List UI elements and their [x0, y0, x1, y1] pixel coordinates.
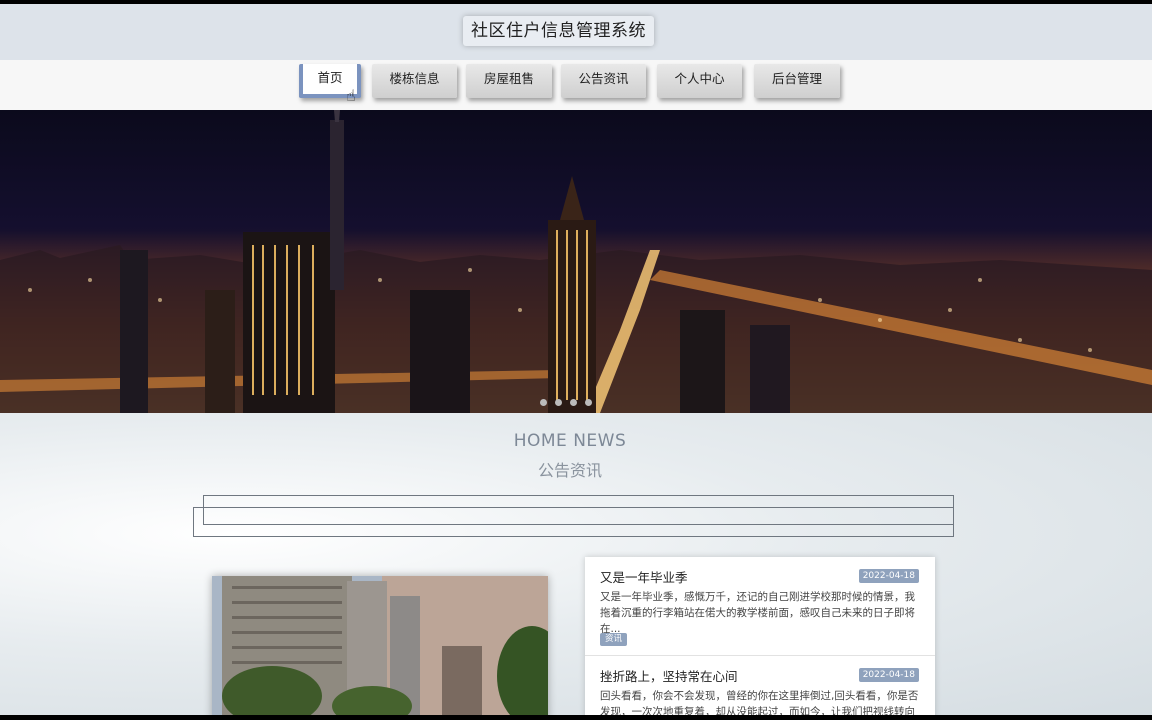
news-item[interactable]: 又是一年毕业季 2022-04-18 又是一年毕业季，感慨万千，还记的自己刚进学… [585, 557, 935, 655]
news-item-tag[interactable]: 资讯 [600, 633, 628, 646]
apartment-image [212, 576, 548, 715]
site-title: 社区住户信息管理系统 [463, 16, 654, 46]
carousel-dot[interactable] [585, 399, 592, 406]
carousel-indicators [540, 391, 600, 410]
news-list: 又是一年毕业季 2022-04-18 又是一年毕业季，感慨万千，还记的自己刚进学… [585, 557, 935, 715]
banner-carousel[interactable] [0, 110, 1152, 413]
header: 社区住户信息管理系统 [0, 4, 1152, 60]
news-heading-cn: 公告资讯 [537, 461, 602, 480]
news-heading-en: HOME NEWS [513, 431, 627, 451]
city-night-image [0, 110, 1152, 413]
news-cover-image[interactable] [212, 576, 548, 715]
news-item-date: 2022-04-18 [858, 569, 919, 583]
news-item-title[interactable]: 挫折路上，坚持常在心间 [600, 666, 738, 685]
main-nav: 首页 楼栋信息 房屋租售 公告资讯 个人中心 后台管理 [0, 60, 1152, 110]
news-item-title[interactable]: 又是一年毕业季 [600, 567, 688, 586]
news-item-excerpt: 又是一年毕业季，感慨万千，还记的自己刚进学校那时候的情景，我拖着沉重的行李箱站在… [600, 591, 915, 635]
news-section: HOME NEWS 公告资讯 又是一年毕业季 2022-04-18 又是一年毕业… [0, 413, 1152, 715]
outline-box [193, 507, 954, 537]
nav-admin[interactable]: 后台管理 [754, 64, 840, 98]
nav-buildings[interactable]: 楼栋信息 [372, 64, 457, 98]
carousel-dot[interactable] [540, 399, 547, 406]
news-item-excerpt: 回头看看，你会不会发现，曾经的你在这里摔倒过,回头看看，你是否发现，一次次地重复… [600, 690, 919, 715]
mouse-cursor-icon: ☝ [346, 86, 356, 105]
nav-housing-rental[interactable]: 房屋租售 [466, 64, 552, 98]
carousel-dot[interactable] [555, 399, 562, 406]
carousel-dot[interactable] [570, 399, 577, 406]
page: 社区住户信息管理系统 首页 楼栋信息 房屋租售 公告资讯 个人中心 后台管理 H… [0, 4, 1152, 715]
nav-personal-center[interactable]: 个人中心 [657, 64, 742, 98]
news-item[interactable]: 挫折路上，坚持常在心间 2022-04-18 回头看看，你会不会发现，曾经的你在… [585, 655, 935, 715]
news-item-date: 2022-04-18 [858, 668, 919, 682]
nav-announcements[interactable]: 公告资讯 [561, 64, 646, 98]
